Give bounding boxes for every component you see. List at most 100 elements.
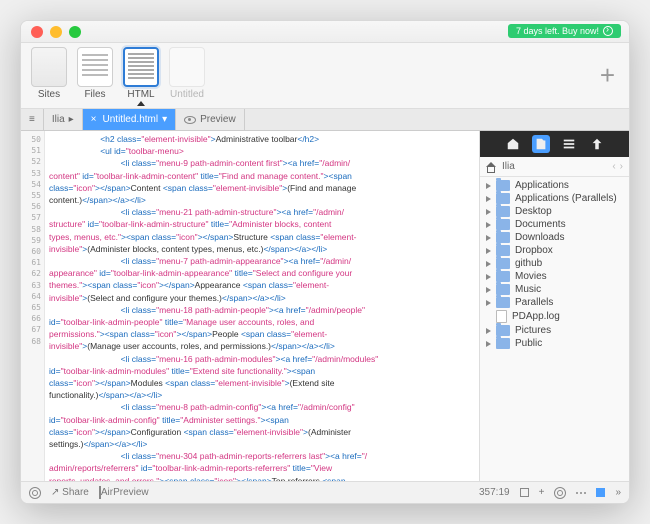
back-icon[interactable]: ‹ bbox=[612, 161, 615, 172]
folder-icon bbox=[496, 232, 510, 243]
nav-arrows: ‹ › bbox=[612, 161, 623, 172]
folder-icon bbox=[496, 245, 510, 256]
status-right: 357:19 + » bbox=[479, 487, 621, 499]
minimize-icon[interactable] bbox=[50, 26, 62, 38]
file-name: Movies bbox=[515, 271, 547, 282]
file-name: Desktop bbox=[515, 206, 552, 217]
folder-icon bbox=[496, 193, 510, 204]
add-button[interactable]: + bbox=[600, 60, 621, 91]
disclosure-triangle-icon[interactable] bbox=[486, 183, 491, 189]
file-row[interactable]: Dropbox bbox=[480, 244, 629, 257]
folder-icon bbox=[496, 219, 510, 230]
toolbar-sites[interactable]: Sites bbox=[29, 47, 69, 100]
disclosure-triangle-icon[interactable] bbox=[486, 222, 491, 228]
sidebar-tabs bbox=[480, 131, 629, 157]
file-list: Applications Applications (Parallels) Desk… bbox=[480, 177, 629, 481]
folder-icon bbox=[496, 206, 510, 217]
file-row[interactable]: Downloads bbox=[480, 231, 629, 244]
tab-label: Untitled.html bbox=[103, 114, 159, 125]
sites-icon bbox=[31, 47, 67, 87]
disclosure-triangle-icon[interactable] bbox=[486, 209, 491, 215]
file-row[interactable]: Desktop bbox=[480, 205, 629, 218]
arrow-right-icon bbox=[603, 26, 613, 36]
tab-active[interactable]: × Untitled.html ▾ bbox=[83, 109, 176, 130]
main-area: 50 51 52 53 54 55 56 57 58 59 60 61 62 6… bbox=[21, 131, 629, 481]
sidebar-header: Ilia ‹ › bbox=[480, 157, 629, 177]
document-icon bbox=[496, 310, 507, 323]
code-editor[interactable]: 50 51 52 53 54 55 56 57 58 59 60 61 62 6… bbox=[21, 131, 479, 481]
file-row[interactable]: Movies bbox=[480, 270, 629, 283]
zoom-icon[interactable] bbox=[69, 26, 81, 38]
titlebar: 7 days left. Buy now! bbox=[21, 21, 629, 43]
upload-icon[interactable] bbox=[588, 135, 606, 153]
toolbar-label: Untitled bbox=[170, 89, 204, 100]
files-panel-icon[interactable] bbox=[532, 135, 550, 153]
folder-icon bbox=[496, 297, 510, 308]
home-icon[interactable] bbox=[504, 135, 522, 153]
toolbar-untitled[interactable]: Untitled bbox=[167, 47, 207, 100]
folder-icon bbox=[496, 180, 510, 191]
disclosure-triangle-icon[interactable] bbox=[486, 261, 491, 267]
toolbar-label: Files bbox=[84, 89, 105, 100]
gear-icon[interactable] bbox=[554, 487, 566, 499]
tab-preview[interactable]: Preview bbox=[176, 109, 245, 130]
airpreview-button[interactable]: AirPreview bbox=[99, 487, 149, 498]
sidebar-root-label[interactable]: Ilia bbox=[502, 161, 515, 172]
file-name: Music bbox=[515, 284, 541, 295]
chevron-icon[interactable]: » bbox=[615, 487, 621, 498]
disclosure-triangle-icon[interactable] bbox=[486, 274, 491, 280]
disclosure-triangle-icon[interactable] bbox=[486, 235, 491, 241]
gear-icon[interactable] bbox=[29, 487, 41, 499]
forward-icon[interactable]: › bbox=[620, 161, 623, 172]
disclosure-triangle-icon[interactable] bbox=[486, 248, 491, 254]
file-name: Downloads bbox=[515, 232, 564, 243]
file-row[interactable]: Applications bbox=[480, 179, 629, 192]
line-numbers: 50 51 52 53 54 55 56 57 58 59 60 61 62 6… bbox=[21, 131, 45, 481]
folder-icon bbox=[496, 284, 510, 295]
eye-icon bbox=[184, 116, 196, 124]
file-row[interactable]: Public bbox=[480, 337, 629, 350]
file-name: PDApp.log bbox=[512, 311, 560, 322]
panel-toggle-icon[interactable] bbox=[520, 488, 529, 497]
close-tab-icon[interactable]: × bbox=[91, 114, 97, 125]
file-name: Public bbox=[515, 338, 542, 349]
file-name: Applications (Parallels) bbox=[515, 193, 617, 204]
disclosure-triangle-icon[interactable] bbox=[486, 328, 491, 334]
file-name: github bbox=[515, 258, 542, 269]
folder-icon bbox=[496, 325, 510, 336]
file-name: Parallels bbox=[515, 297, 553, 308]
file-row[interactable]: Documents bbox=[480, 218, 629, 231]
folder-icon bbox=[496, 338, 510, 349]
toggle-sidebar[interactable]: ≡ bbox=[21, 109, 44, 130]
files-icon bbox=[77, 47, 113, 87]
toolbar-files[interactable]: Files bbox=[75, 47, 115, 100]
toolbar-html[interactable]: HTML bbox=[121, 47, 161, 106]
toolbar: Sites Files HTML Untitled + bbox=[21, 43, 629, 109]
more-icon[interactable] bbox=[576, 492, 586, 494]
disclosure-triangle-icon[interactable] bbox=[486, 341, 491, 347]
buy-now-badge[interactable]: 7 days left. Buy now! bbox=[508, 24, 621, 38]
mode-icon[interactable] bbox=[596, 488, 605, 497]
share-button[interactable]: ↗ Share bbox=[51, 487, 89, 498]
file-row[interactable]: Applications (Parallels) bbox=[480, 192, 629, 205]
disclosure-triangle-icon[interactable] bbox=[486, 300, 491, 306]
disclosure-triangle-icon[interactable] bbox=[486, 287, 491, 293]
file-name: Pictures bbox=[515, 325, 551, 336]
toolbar-label: HTML bbox=[127, 89, 154, 100]
file-row[interactable]: github bbox=[480, 257, 629, 270]
folder-icon bbox=[496, 258, 510, 269]
file-row[interactable]: PDApp.log bbox=[480, 309, 629, 324]
file-row[interactable]: Parallels bbox=[480, 296, 629, 309]
home-icon bbox=[486, 162, 498, 172]
breadcrumb-root[interactable]: Ilia ▸ bbox=[44, 109, 83, 130]
code-content[interactable]: <h2 class="element-invisible">Administra… bbox=[45, 131, 479, 481]
selected-indicator-icon bbox=[137, 101, 145, 106]
close-icon[interactable] bbox=[31, 26, 43, 38]
disclosure-triangle-icon[interactable] bbox=[486, 196, 491, 202]
file-row[interactable]: Music bbox=[480, 283, 629, 296]
doc-icon bbox=[169, 47, 205, 87]
file-name: Applications bbox=[515, 180, 569, 191]
file-row[interactable]: Pictures bbox=[480, 324, 629, 337]
file-name: Documents bbox=[515, 219, 566, 230]
list-icon[interactable] bbox=[560, 135, 578, 153]
